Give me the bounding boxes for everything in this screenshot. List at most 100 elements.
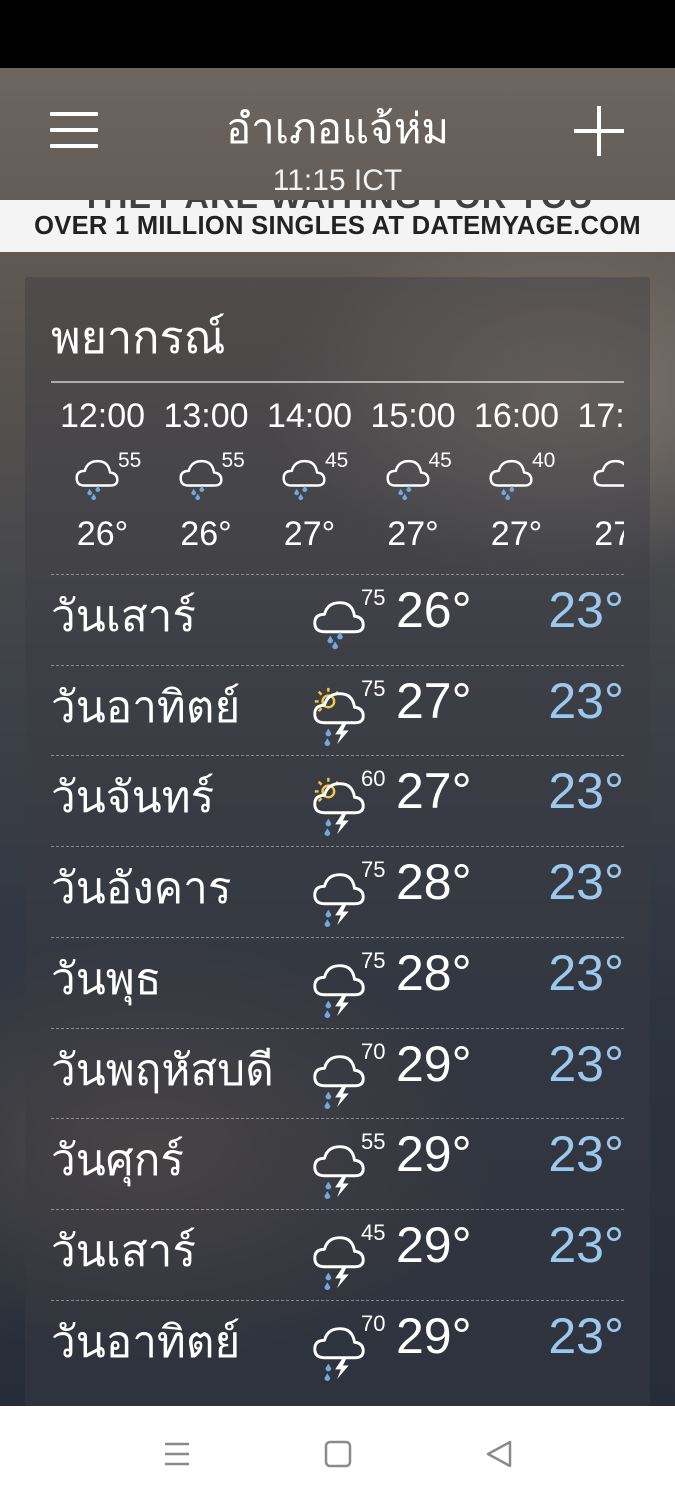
day-precip-chance: 70: [361, 1310, 386, 1336]
hour-temperature: 27°: [283, 515, 336, 553]
hour-time: 13:00: [163, 397, 249, 435]
hour-time: 14:00: [266, 397, 353, 435]
rain-icon: [282, 459, 326, 501]
day-high-temperature: 29°: [396, 1216, 472, 1273]
daily-forecast-row[interactable]: วันศุกร์ 55 29° 23°: [51, 1118, 624, 1208]
day-low-temperature: 23°: [548, 1307, 624, 1364]
hour-time: 17:00: [577, 397, 624, 435]
day-name: วันพุธ: [51, 953, 162, 1005]
day-low-temperature: 23°: [548, 944, 624, 1001]
day-precip-chance: 60: [361, 766, 386, 792]
day-low-temperature: 23°: [548, 672, 624, 729]
hour-precip-chance: 55: [221, 449, 245, 472]
hourly-item: 15:00 45 27°: [362, 393, 465, 563]
divider: [51, 381, 624, 383]
menu-button[interactable]: [50, 112, 98, 148]
rain-icon: [178, 459, 223, 501]
day-name: วันเสาร์: [51, 591, 197, 642]
forecast-title: พยากรณ์: [51, 311, 226, 364]
day-precip-chance: 75: [361, 857, 386, 883]
hour-precip-chance: 40: [532, 449, 556, 472]
day-high-temperature: 29°: [396, 1035, 472, 1092]
hourly-item: 14:00 45 27°: [258, 393, 361, 563]
hour-weather-icon: [277, 453, 331, 505]
back-icon: [486, 1440, 512, 1468]
hour-temperature: 26°: [76, 515, 129, 553]
day-low-temperature: 23°: [548, 582, 624, 638]
hour-weather-icon: [381, 453, 435, 505]
day-name: วันอาทิตย์: [51, 681, 241, 733]
hourly-forecast-strip[interactable]: 12:00 55 26° 13:00 55 26° 14:00 45 27° 15:00 45 27°…: [51, 393, 624, 573]
rain-icon: [385, 459, 430, 501]
menu-icon-line: [50, 144, 98, 148]
back-button[interactable]: [480, 1434, 520, 1474]
daily-forecast-row[interactable]: วันจันทร์ 60 27° 23°: [51, 755, 624, 845]
menu-icon: [50, 112, 98, 116]
hourly-item: 12:00 55 26°: [51, 393, 154, 563]
day-precip-chance: 75: [361, 675, 386, 701]
day-low-temperature: 23°: [548, 1126, 624, 1183]
day-high-temperature: 28°: [396, 854, 472, 911]
day-precip-chance: 45: [361, 1219, 386, 1245]
add-location-button[interactable]: [574, 106, 624, 156]
daily-forecast-row[interactable]: วันพุธ 75 28° 23°: [51, 936, 624, 1027]
hour-precip-chance: 45: [428, 449, 452, 472]
ad-banner-text: OVER 1 MILLION SINGLES AT DATEMYAGE.COM: [34, 212, 641, 240]
hour-time: 12:00: [59, 397, 146, 435]
daily-forecast-row[interactable]: วันอาทิตย์ 75 27° 23°: [51, 664, 624, 755]
recent-apps-button[interactable]: [157, 1434, 197, 1474]
hourly-item: 13:00 55 26°: [155, 393, 258, 563]
menu-icon-line: [50, 128, 98, 132]
day-high-temperature: 29°: [396, 1126, 472, 1183]
hourly-item: 17:00 27°: [569, 393, 624, 563]
hour-weather-icon: [174, 453, 228, 505]
day-precip-chance: 75: [361, 585, 386, 610]
day-high-temperature: 27°: [396, 672, 472, 729]
daily-forecast-row[interactable]: วันเสาร์ 75 26° 23°: [51, 574, 624, 664]
daily-forecast-row[interactable]: วันอังคาร 75 28° 23°: [51, 846, 624, 936]
rain-icon: [489, 459, 533, 501]
hour-weather-icon: [484, 453, 538, 505]
app-header: อำเภอแจ้ห่ม 11:15 ICT: [0, 68, 675, 198]
day-low-temperature: 23°: [548, 763, 624, 820]
home-button[interactable]: [318, 1434, 358, 1474]
daily-forecast-row[interactable]: วันเสาร์ 45 29° 23°: [51, 1208, 624, 1299]
recent-apps-icon: [165, 1442, 189, 1466]
day-name: วันอังคาร: [51, 863, 232, 915]
day-name: วันศุกร์: [51, 1135, 184, 1187]
forecast-panel: พยากรณ์ 12:00 55 26° 13:00 55 26° 14:00 45 27° 15…: [25, 277, 650, 1406]
home-icon: [324, 1440, 352, 1468]
hour-precip-chance: 45: [325, 449, 349, 472]
day-high-temperature: 27°: [396, 763, 472, 820]
day-precip-chance: 70: [361, 1038, 386, 1064]
daily-forecast-row[interactable]: วันพฤหัสบดี 70 29° 23°: [51, 1027, 624, 1118]
hour-time: 15:00: [370, 397, 456, 435]
hour-weather-icon: [70, 453, 124, 505]
daily-forecast-row[interactable]: วันอาทิตย์ 70 29° 23°: [51, 1299, 624, 1390]
day-high-temperature: 26°: [396, 582, 472, 638]
hour-temperature: 27°: [387, 515, 439, 553]
system-navigation-bar: [0, 1406, 675, 1500]
cloud-icon: [592, 459, 624, 487]
hour-temperature: 27°: [490, 515, 543, 553]
plus-icon-stroke: [597, 106, 601, 156]
day-low-temperature: 23°: [548, 854, 624, 911]
hour-weather-icon: [588, 453, 624, 505]
day-name: วันเสาร์: [51, 1225, 197, 1277]
day-precip-chance: 55: [361, 1129, 386, 1155]
ad-banner[interactable]: THEY ARE WAITING FOR YOU OVER 1 MILLION …: [0, 200, 675, 252]
day-high-temperature: 29°: [396, 1307, 472, 1364]
hour-temperature: 26°: [180, 515, 232, 553]
day-name: วันอาทิตย์: [51, 1316, 241, 1368]
city-name: อำเภอแจ้ห่ม: [225, 104, 450, 153]
day-low-temperature: 23°: [548, 1216, 624, 1273]
hourly-item: 16:00 40 27°: [465, 393, 568, 563]
status-bar: [0, 0, 675, 68]
day-name: วันพฤหัสบดี: [51, 1044, 274, 1096]
day-high-temperature: 28°: [396, 944, 472, 1001]
hour-temperature: 27°: [594, 515, 624, 553]
hour-precip-chance: 55: [118, 449, 142, 472]
day-name: วันจันทร์: [51, 772, 215, 824]
hour-time: 16:00: [473, 397, 560, 435]
day-low-temperature: 23°: [548, 1035, 624, 1092]
